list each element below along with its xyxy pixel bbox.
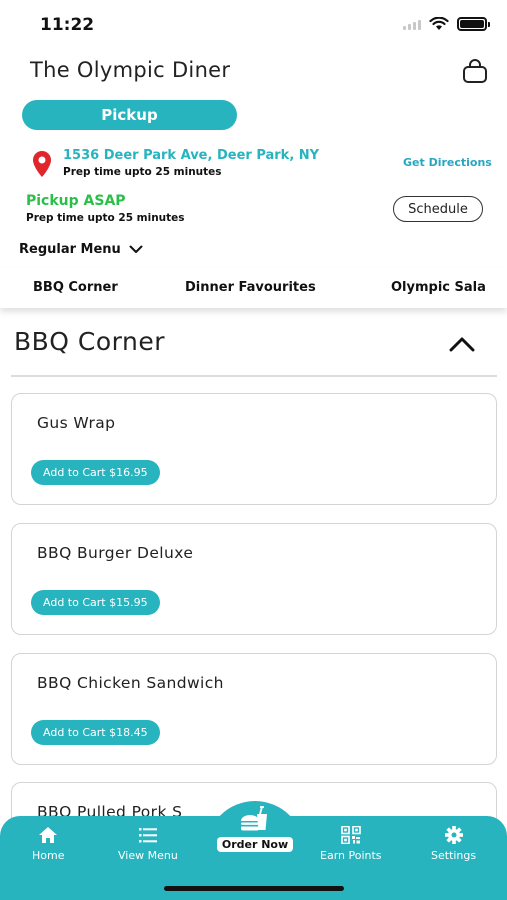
- nav-earn-points-label: Earn Points: [320, 849, 382, 862]
- pickup-asap-title: Pickup ASAP: [26, 193, 126, 209]
- menu-selector-label: Regular Menu: [19, 242, 121, 257]
- schedule-button[interactable]: Schedule: [393, 196, 483, 222]
- nav-view-menu[interactable]: View Menu: [118, 826, 178, 862]
- section-divider: [11, 375, 497, 377]
- menu-item-card[interactable]: BBQ Chicken Sandwich Add to Cart $18.45: [11, 653, 497, 765]
- home-indicator[interactable]: [164, 886, 344, 891]
- add-to-cart-button[interactable]: Add to Cart $15.95: [31, 590, 160, 615]
- battery-icon: [457, 17, 490, 31]
- menu-item-name: BBQ Chicken Sandwich: [37, 674, 224, 692]
- pickup-mode-button[interactable]: Pickup: [22, 100, 237, 130]
- restaurant-address: 1536 Deer Park Ave, Deer Park, NY: [63, 148, 320, 163]
- burger-drink-icon: [241, 806, 267, 831]
- menu-item-name: BBQ Burger Deluxe: [37, 544, 194, 562]
- nav-home[interactable]: Home: [32, 826, 64, 862]
- gear-icon: [444, 826, 463, 844]
- status-bar: 11:22: [0, 0, 507, 50]
- bag-icon[interactable]: [461, 58, 489, 84]
- add-to-cart-button[interactable]: Add to Cart $16.95: [31, 460, 160, 485]
- restaurant-name: The Olympic Diner: [30, 58, 231, 82]
- nav-order-now[interactable]: Order Now: [208, 806, 302, 852]
- cellular-signal-icon: [403, 18, 421, 30]
- nav-earn-points[interactable]: Earn Points: [320, 826, 382, 862]
- menu-item-name: Gus Wrap: [37, 414, 116, 432]
- nav-settings[interactable]: Settings: [431, 826, 476, 862]
- menu-selector[interactable]: Regular Menu: [19, 242, 143, 257]
- tab-bbq-corner[interactable]: BBQ Corner: [33, 280, 118, 295]
- category-tabs: BBQ Corner Dinner Favourites Olympic Sal…: [0, 268, 507, 308]
- list-icon: [138, 828, 157, 843]
- nav-home-label: Home: [32, 849, 65, 862]
- menu-item-card[interactable]: BBQ Burger Deluxe Add to Cart $15.95: [11, 523, 497, 635]
- get-directions-link[interactable]: Get Directions: [403, 156, 492, 169]
- nav-view-menu-label: View Menu: [118, 849, 178, 862]
- section-title: BBQ Corner: [14, 327, 166, 356]
- home-icon: [39, 827, 58, 843]
- status-icons: [403, 17, 490, 31]
- tab-olympic-salads[interactable]: Olympic Sala: [391, 280, 486, 295]
- qr-code-icon: [340, 826, 361, 844]
- nav-settings-label: Settings: [431, 849, 477, 862]
- pickup-prep-time: Prep time upto 25 minutes: [26, 212, 185, 224]
- address-prep-time: Prep time upto 25 minutes: [63, 166, 222, 178]
- wifi-icon: [429, 17, 449, 30]
- menu-item-card[interactable]: Gus Wrap Add to Cart $16.95: [11, 393, 497, 505]
- add-to-cart-button[interactable]: Add to Cart $18.45: [31, 720, 160, 745]
- status-time: 11:22: [40, 15, 95, 35]
- location-pin-icon: [33, 151, 51, 177]
- order-now-label: Order Now: [216, 837, 294, 852]
- chevron-up-icon[interactable]: [449, 336, 475, 352]
- chevron-down-icon: [129, 245, 143, 253]
- tab-dinner-favourites[interactable]: Dinner Favourites: [185, 280, 316, 295]
